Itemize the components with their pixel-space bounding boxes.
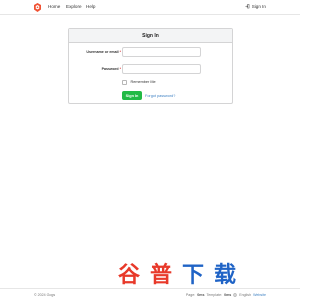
globe-icon — [233, 292, 238, 297]
svg-text:载: 载 — [214, 262, 236, 286]
gogs-logo-icon[interactable] — [34, 3, 41, 12]
copyright-text: © 2024 Gogs — [34, 292, 56, 297]
page-time-label: Page: — [185, 292, 196, 297]
required-mark: * — [119, 50, 121, 54]
svg-text:下: 下 — [182, 263, 204, 286]
svg-text:普: 普 — [150, 262, 172, 286]
password-label: Password* — [61, 67, 121, 71]
sign-in-icon — [245, 4, 250, 9]
nav-help-link[interactable]: Help — [86, 4, 95, 9]
page-footer: © 2024 Gogs Page: 0ms Template: 0ms Engl… — [0, 288, 300, 300]
signin-button[interactable]: Sign In — [122, 91, 142, 100]
password-label-text: Password — [101, 67, 119, 71]
forgot-password-link[interactable]: Forgot password? — [145, 94, 175, 98]
username-input[interactable] — [122, 47, 201, 57]
remember-checkbox[interactable] — [122, 80, 127, 85]
nav-explore-link[interactable]: Explore — [66, 4, 82, 9]
template-time-value: 0ms — [224, 292, 232, 297]
required-mark: * — [119, 67, 121, 71]
page-time-value: 0ms — [197, 292, 205, 297]
remember-me[interactable]: Remember Me — [122, 80, 156, 85]
template-time-label: Template: — [206, 292, 223, 297]
signin-card: Sign In Username or email* Password* Rem… — [68, 28, 233, 104]
remember-label: Remember Me — [130, 80, 156, 85]
signin-card-header: Sign In — [69, 29, 232, 43]
username-label-text: Username or email — [86, 50, 119, 54]
top-navbar: Home Explore Help Sign In — [0, 0, 300, 15]
footer-right: Page: 0ms Template: 0ms English Website — [186, 293, 266, 297]
top-signin-link[interactable]: Sign In — [245, 4, 266, 9]
language-selector[interactable]: English — [239, 293, 251, 297]
signin-title: Sign In — [142, 32, 159, 39]
nav-home-link[interactable]: Home — [48, 4, 60, 9]
top-signin-label: Sign In — [251, 4, 266, 9]
username-label: Username or email* — [61, 50, 121, 54]
password-input[interactable] — [122, 64, 201, 74]
svg-text:谷: 谷 — [118, 263, 141, 286]
website-link[interactable]: Website — [253, 293, 266, 297]
watermark-logo: 谷 普 下 载 — [118, 262, 236, 286]
